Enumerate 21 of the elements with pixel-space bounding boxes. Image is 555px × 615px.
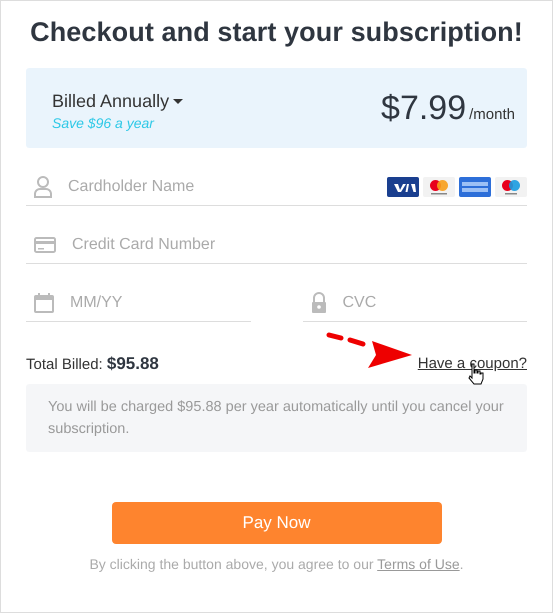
billing-notice: You will be charged $95.88 per year automatically until you cancel your subscription. [26, 384, 527, 452]
input-field[interactable]: CVC [340, 292, 527, 312]
mastercard-icon [423, 176, 455, 196]
price-period: /month [469, 106, 515, 122]
caret-icon [173, 98, 184, 104]
lock-icon [310, 292, 326, 314]
terms-period: . [460, 556, 464, 572]
calendar-icon [34, 292, 54, 312]
price: $7.99 [381, 88, 466, 128]
terms-text: By clicking the button above, you agree to our [89, 556, 374, 572]
page-title: Checkout and start your subscription! [29, 17, 524, 48]
maestro-card-icon [495, 176, 527, 196]
billing-dropdown[interactable]: Billed Annually [52, 91, 184, 112]
savings-note: Save $96 a year [52, 115, 156, 131]
input-field[interactable]: MM/YY [68, 292, 250, 312]
person-icon [34, 176, 52, 198]
input-field[interactable]: Credit Card Number [70, 234, 527, 254]
coupon-link[interactable]: Have a coupon? [418, 355, 527, 372]
input-field[interactable]: Cardholder Name [66, 176, 373, 196]
credit-card-icon [34, 236, 56, 252]
total-billed: Total Billed: $95.88 [26, 354, 159, 374]
